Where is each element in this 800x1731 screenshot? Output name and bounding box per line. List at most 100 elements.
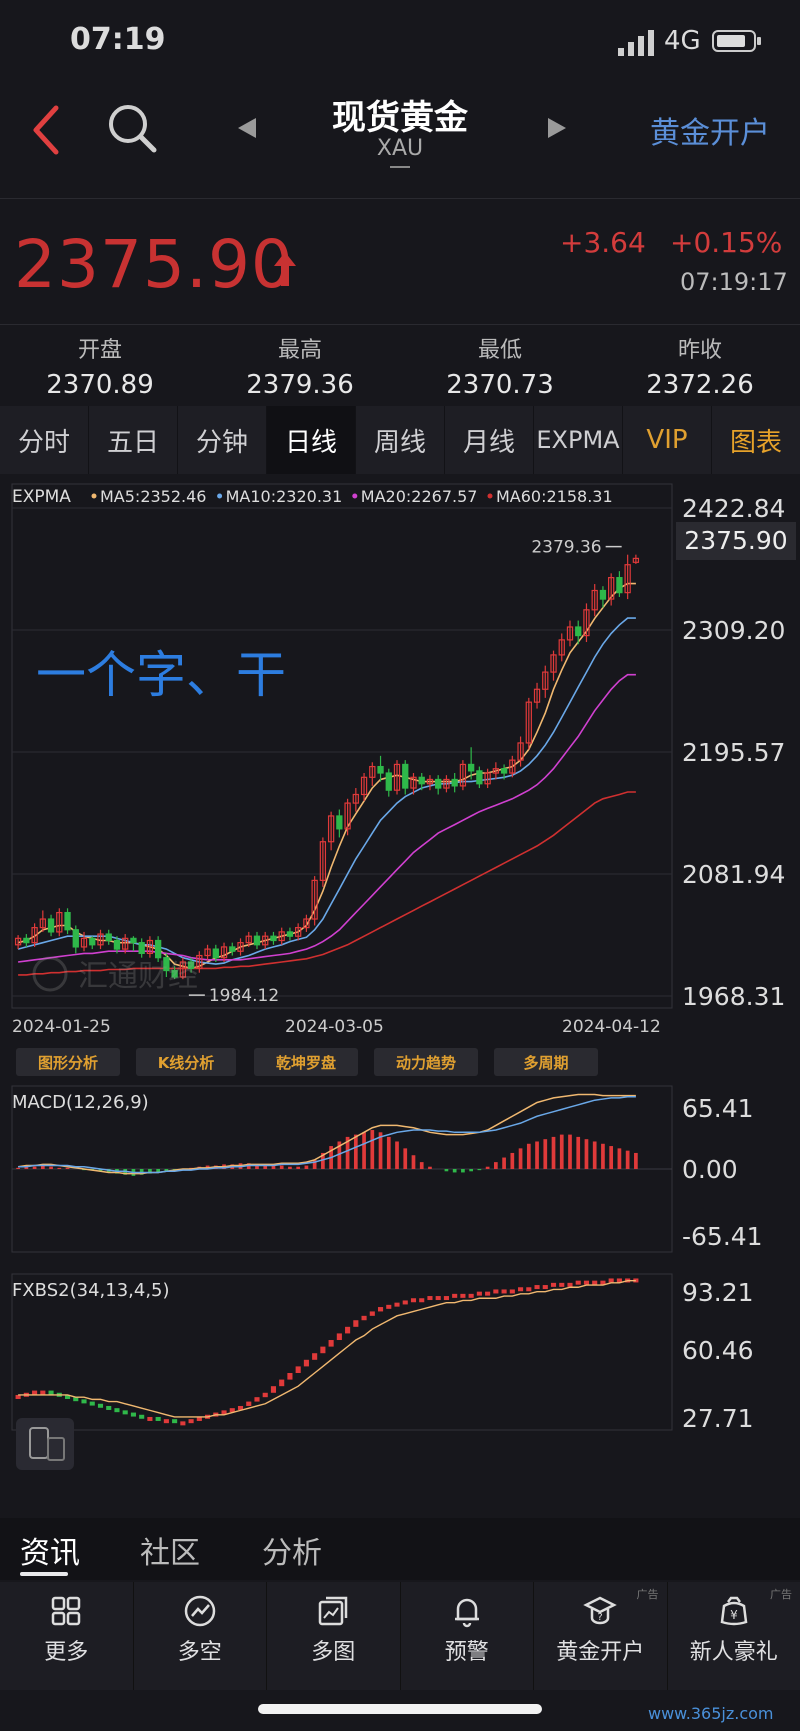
candle <box>72 925 79 954</box>
tab-minute[interactable]: 分钟 <box>178 406 267 474</box>
fxbs-bar <box>493 1289 499 1294</box>
fxbs-bar <box>320 1346 326 1354</box>
fxbs-bar <box>155 1416 161 1421</box>
ad-badge: 广告 <box>770 1588 792 1601</box>
candle <box>286 927 294 941</box>
candle-body <box>253 935 261 946</box>
btn-kline-analysis[interactable]: K线分析 <box>136 1048 236 1076</box>
date-mid: 2024-03-05 <box>285 1017 384 1037</box>
date-start: 2024-01-25 <box>12 1017 111 1037</box>
stat-prev-close: 昨收 2372.26 <box>600 332 800 400</box>
bell-icon <box>454 1598 479 1628</box>
candle <box>47 914 55 937</box>
nav-label: 多图 <box>311 1640 356 1665</box>
kline-chart[interactable]: EXPMA MA5:2352.46 MA10:2320.31 MA20:2267.5… <box>0 478 800 1490</box>
tab-news[interactable]: 资讯 <box>20 1528 80 1572</box>
nav-multi-chart[interactable]: 多图 <box>267 1582 401 1690</box>
tab-monthly[interactable]: 月线 <box>445 406 534 474</box>
candle-body <box>23 937 30 944</box>
stat-label: 昨收 <box>677 338 722 363</box>
tab-five-day[interactable]: 五日 <box>89 406 178 474</box>
nav-gold-account[interactable]: 广告 ? 黄金开户 <box>534 1582 668 1690</box>
nav-long-short[interactable]: 多空 <box>134 1582 267 1690</box>
y-tick-label: 2081.94 <box>682 860 785 889</box>
nav-alert[interactable]: 预警 <box>401 1582 534 1690</box>
btn-momentum-trend[interactable]: 动力趋势 <box>374 1048 478 1076</box>
svg-text:汇通财经: 汇通财经 <box>78 959 198 994</box>
fxbs-bar <box>567 1282 573 1287</box>
fxbs-bar <box>353 1320 359 1327</box>
candle <box>89 936 96 950</box>
fxbs-bar <box>40 1390 46 1395</box>
nav-newbie-gift[interactable]: 广告 ¥ 新人豪礼 <box>668 1582 800 1690</box>
svg-text:¥: ¥ <box>730 1608 738 1622</box>
fxbs-bar <box>460 1293 466 1298</box>
candle-body <box>105 933 112 942</box>
stat-value: 2379.36 <box>246 370 354 400</box>
nav-label: 预警 <box>444 1640 489 1665</box>
candle <box>624 554 631 600</box>
gift-bag-icon: ¥ <box>720 1596 748 1626</box>
fxbs-bar <box>427 1296 433 1301</box>
bottom-nav: 更多 多空 多图 预警 广告 ? 黄金开户 广告 ¥ 新人豪礼 <box>0 1582 800 1690</box>
btn-multi-period[interactable]: 多周期 <box>494 1048 598 1076</box>
fxbs-bar <box>485 1291 491 1296</box>
fxbs-bar <box>114 1408 120 1413</box>
candle-body <box>435 778 442 789</box>
svg-text:K线分析: K线分析 <box>158 1054 215 1072</box>
tab-intraday[interactable]: 分时 <box>0 406 89 474</box>
stat-value: 2370.89 <box>46 370 154 400</box>
high-label: 2379.36 <box>531 538 601 558</box>
battery-icon <box>712 30 761 52</box>
up-arrow-icon <box>274 252 296 286</box>
fxbs-bar <box>180 1421 186 1426</box>
candle <box>616 571 623 597</box>
home-indicator <box>258 1704 542 1714</box>
candle-body <box>377 765 384 774</box>
stat-label: 最高 <box>277 338 322 363</box>
fxbs-y-tick: 27.71 <box>682 1404 754 1433</box>
fxbs-bar <box>476 1291 482 1296</box>
fxbs-bar <box>518 1287 524 1292</box>
fxbs-bar <box>188 1419 194 1424</box>
fxbs-bar <box>172 1419 178 1424</box>
trend-circle-icon <box>184 1595 215 1627</box>
legend-item: MA20:2267.57 <box>361 487 478 506</box>
candle <box>138 938 145 958</box>
tab-analysis[interactable]: 分析 <box>262 1528 322 1572</box>
tab-chart[interactable]: 图表 <box>712 406 800 474</box>
open-account-link[interactable]: 黄金开户 <box>650 108 770 152</box>
indicator-name: EXPMA <box>12 487 71 507</box>
kline-grid <box>12 507 672 997</box>
candle-body <box>451 778 458 787</box>
fxbs-bar <box>369 1311 375 1316</box>
fullscreen-toggle-icon[interactable] <box>16 1418 74 1470</box>
y-tick-label: 2309.20 <box>682 616 785 645</box>
multi-chart-icon <box>319 1596 348 1626</box>
tab-expma[interactable]: EXPMA <box>534 406 623 474</box>
fxbs-bar <box>583 1280 590 1285</box>
news-tab-bar <box>0 1518 800 1580</box>
fxbs-bar <box>295 1366 301 1373</box>
stat-label: 开盘 <box>77 338 122 363</box>
nav-label: 更多 <box>44 1640 89 1665</box>
nav-more[interactable]: 更多 <box>0 1582 134 1690</box>
fxbs-bar <box>163 1419 169 1424</box>
btn-compass[interactable]: 乾坤罗盘 <box>254 1048 358 1076</box>
btn-pattern-analysis[interactable]: 图形分析 <box>16 1048 120 1076</box>
tab-weekly[interactable]: 周线 <box>356 406 445 474</box>
fxbs-bar <box>97 1403 104 1408</box>
fxbs-bar <box>130 1412 136 1417</box>
chart-watermark: 汇通财经 <box>32 956 198 994</box>
fxbs-bar <box>402 1300 408 1305</box>
fxbs-bar <box>122 1410 128 1415</box>
fxbs-bar <box>386 1304 392 1309</box>
candle-body <box>500 768 508 774</box>
candle-body <box>154 939 162 959</box>
candle-body <box>385 772 392 791</box>
tab-community[interactable]: 社区 <box>140 1528 200 1572</box>
tab-vip[interactable]: VIP <box>623 406 712 474</box>
candle <box>352 788 359 812</box>
candle-body <box>270 935 277 942</box>
tab-daily[interactable]: 日线 <box>267 406 356 474</box>
